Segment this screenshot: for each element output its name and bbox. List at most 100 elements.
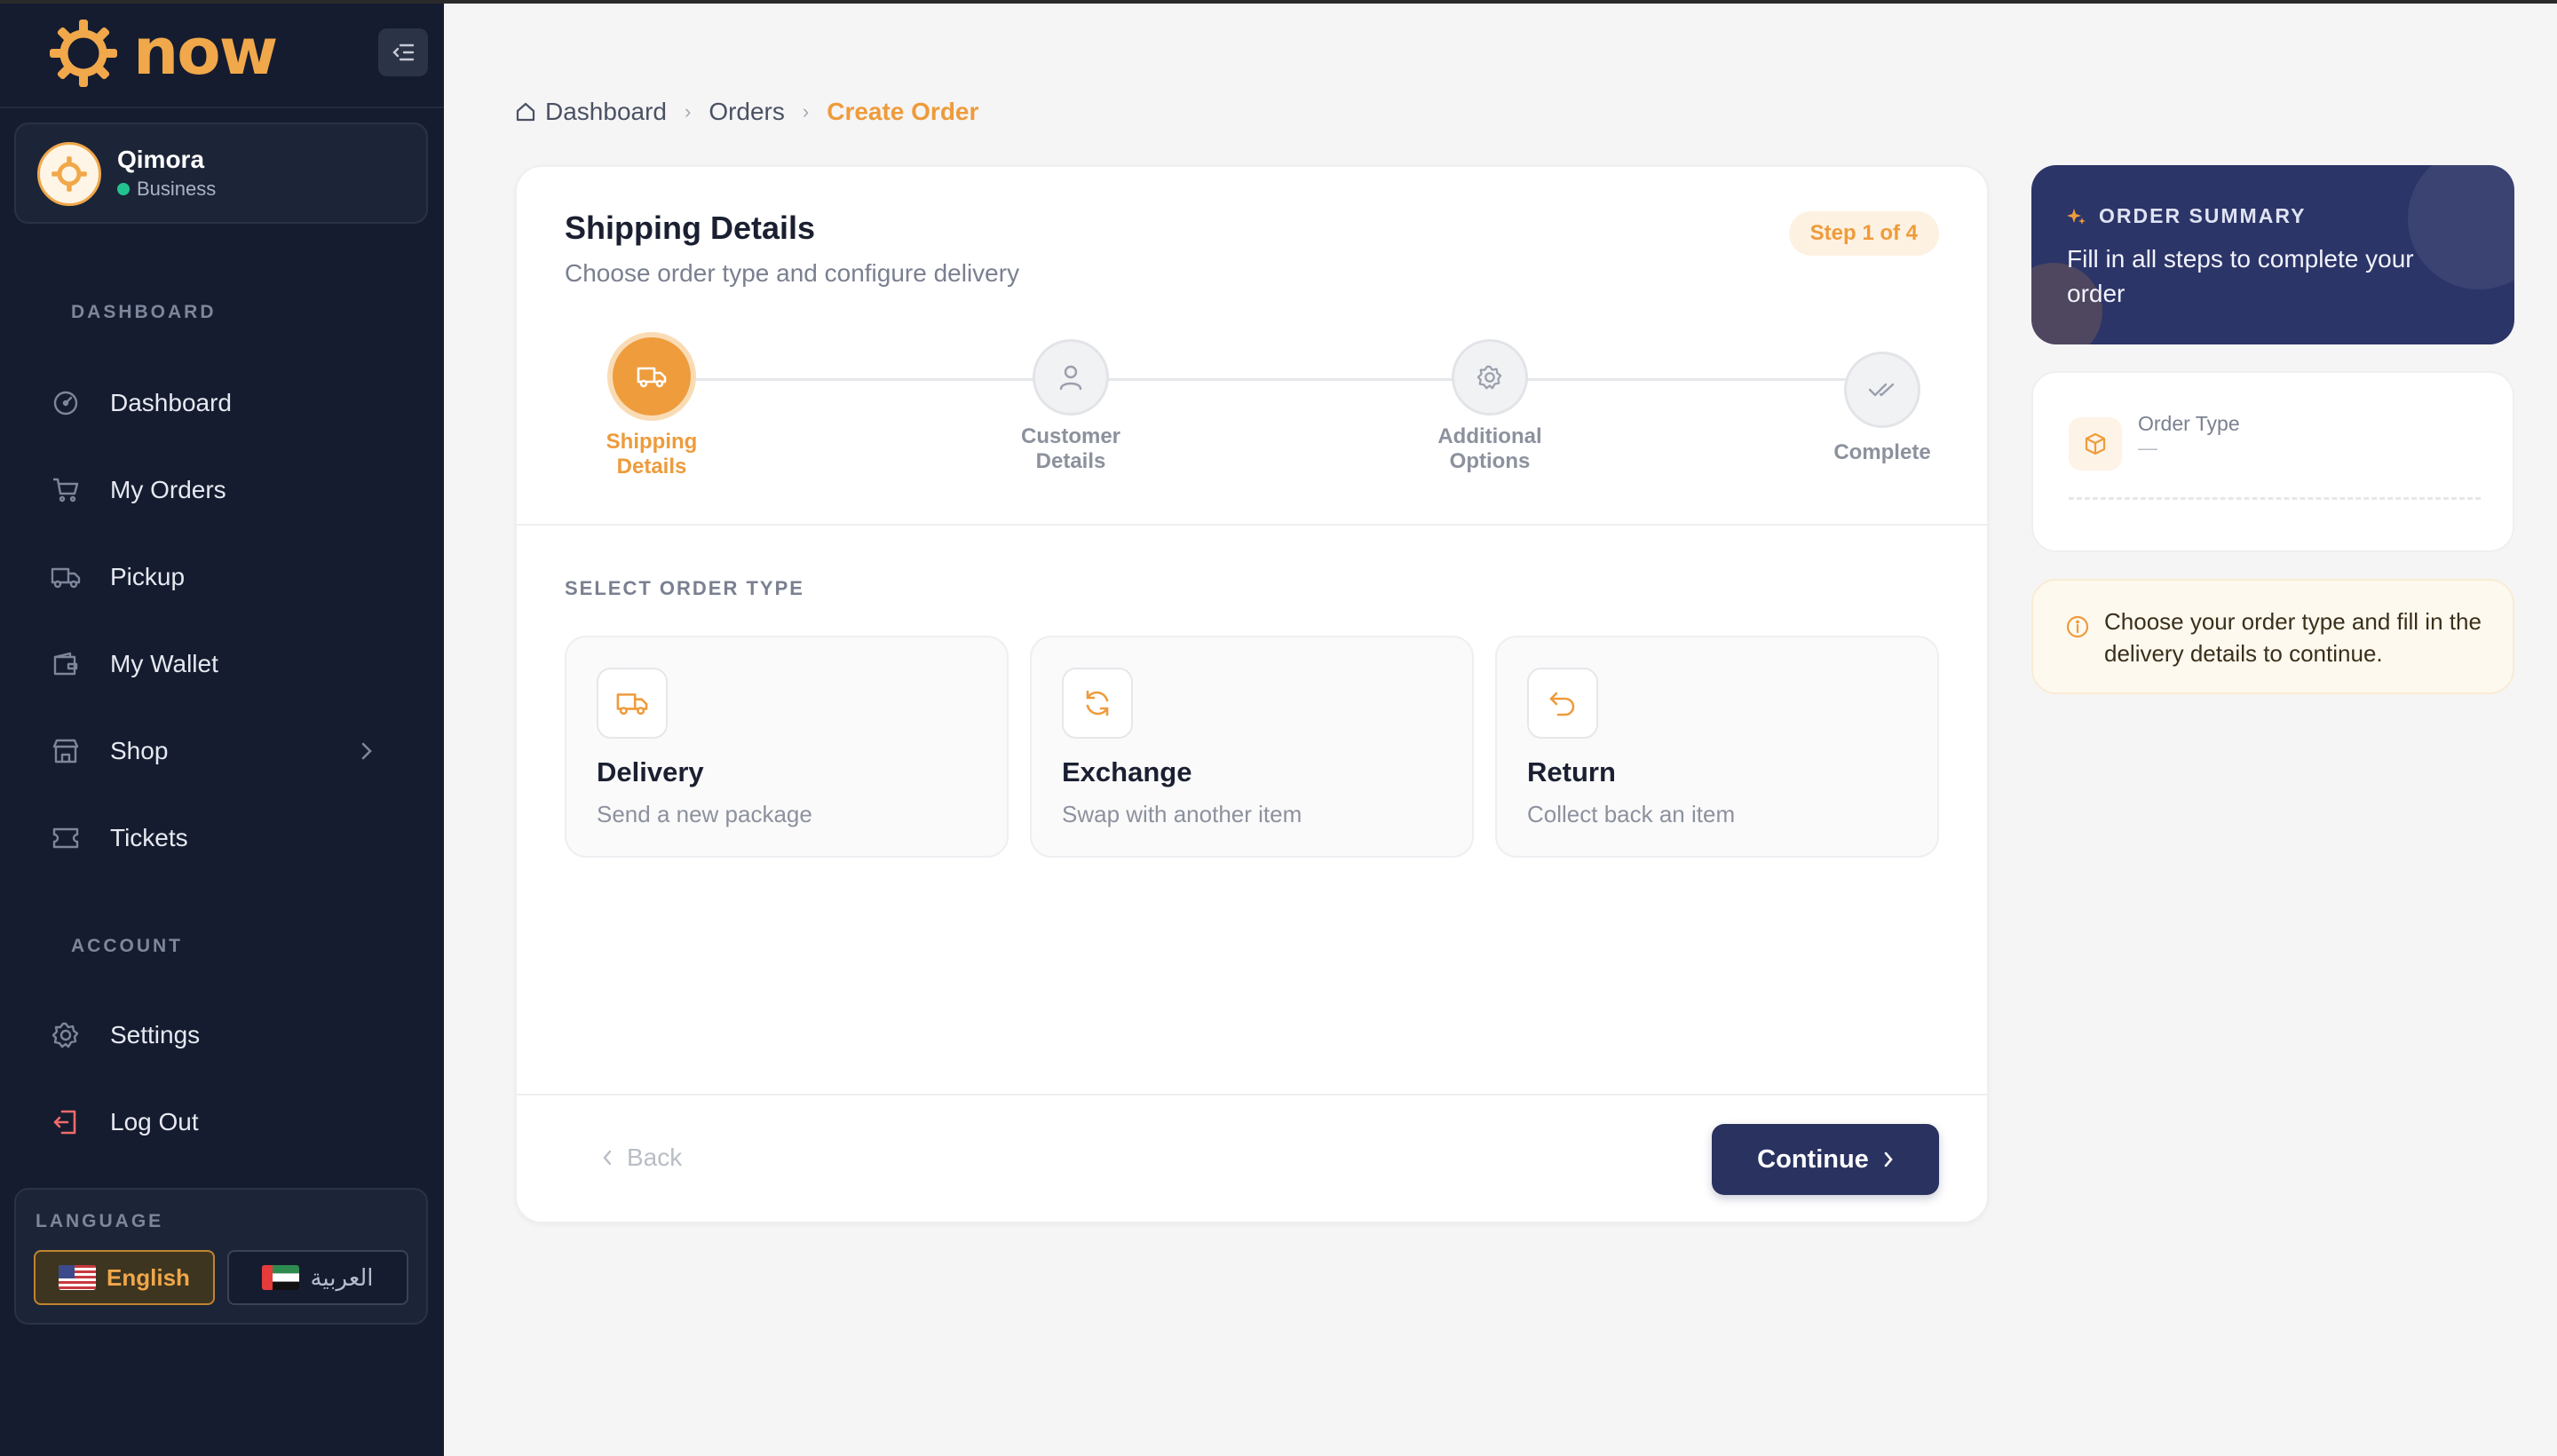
order-type-exchange[interactable]: Exchange Swap with another item xyxy=(1030,636,1474,858)
sun-logo-icon xyxy=(50,20,117,87)
user-profile-card[interactable]: Qimora Business xyxy=(14,123,428,224)
breadcrumb-dashboard-link[interactable]: Dashboard xyxy=(545,98,667,126)
language-arabic-label: العربية xyxy=(310,1263,374,1291)
sidebar-item-label: Settings xyxy=(110,1021,201,1048)
sidebar-item-shop[interactable]: Shop xyxy=(50,724,423,778)
step-label-line1: Additional xyxy=(1437,424,1542,448)
breadcrumb: Dashboard › Orders › Create Order xyxy=(515,98,978,126)
continue-button-label: Continue xyxy=(1757,1144,1869,1174)
breadcrumb-current: Create Order xyxy=(827,98,979,125)
breadcrumb-separator: › xyxy=(802,100,810,123)
step-circle xyxy=(1033,339,1109,415)
back-button-label: Back xyxy=(627,1143,683,1171)
step-complete[interactable]: Complete xyxy=(1793,352,1971,465)
truck-icon xyxy=(50,561,82,593)
sidebar-item-label: Log Out xyxy=(110,1108,199,1136)
sidebar-item-label: Dashboard xyxy=(110,389,232,416)
gear-icon xyxy=(1476,365,1502,390)
user-role-label: Business xyxy=(137,178,217,200)
step-label-line1: Shipping xyxy=(606,430,698,454)
box-icon xyxy=(2069,417,2122,471)
sidebar-item-logout[interactable]: Log Out xyxy=(50,1096,423,1149)
footer-divider xyxy=(517,1094,1987,1096)
status-dot xyxy=(117,183,130,195)
sidebar-item-dashboard[interactable]: Dashboard xyxy=(50,376,423,430)
step-label-line2: Options xyxy=(1449,449,1531,473)
ticket-icon xyxy=(50,822,82,854)
info-icon xyxy=(2066,615,2089,638)
sidebar-item-label: Pickup xyxy=(110,563,186,590)
breadcrumb-orders-link[interactable]: Orders xyxy=(709,98,785,126)
language-arabic-button[interactable]: العربية xyxy=(227,1250,408,1305)
store-icon xyxy=(50,735,82,767)
header-divider xyxy=(517,524,1987,526)
avatar xyxy=(37,142,101,206)
sidebar-item-settings[interactable]: Settings xyxy=(50,1009,423,1062)
order-summary-header: ORDER SUMMARY Fill in all steps to compl… xyxy=(2031,165,2514,344)
language-heading: LANGUAGE xyxy=(36,1211,164,1231)
step-badge: Step 1 of 4 xyxy=(1788,211,1939,256)
user-name: Qimora xyxy=(117,146,205,173)
back-button[interactable]: Back xyxy=(602,1143,682,1172)
create-order-card: Shipping Details Choose order type and c… xyxy=(515,165,1989,1223)
us-flag-icon xyxy=(59,1265,97,1290)
order-type-return[interactable]: Return Collect back an item xyxy=(1495,636,1939,858)
order-type-title: Return xyxy=(1527,756,1616,787)
order-type-delivery[interactable]: Delivery Send a new package xyxy=(565,636,1009,858)
step-additional-options[interactable]: Additional Options xyxy=(1401,339,1579,474)
chevron-right-icon xyxy=(1884,1151,1893,1167)
sparkle-icon xyxy=(2067,208,2086,225)
order-type-summary-label: Order Type xyxy=(2138,412,2240,435)
order-type-summary-value: — xyxy=(2138,437,2157,459)
language-switcher: LANGUAGE English العربية xyxy=(14,1188,428,1325)
step-shipping-details[interactable]: Shipping Details xyxy=(563,332,740,479)
step-label: Shipping Details xyxy=(563,430,740,479)
uae-flag-icon xyxy=(262,1265,300,1290)
continue-button[interactable]: Continue xyxy=(1712,1124,1939,1195)
collapse-menu-icon xyxy=(392,44,415,61)
refresh-icon xyxy=(1062,668,1133,739)
logout-icon xyxy=(50,1106,82,1138)
order-type-description: Send a new package xyxy=(597,801,812,827)
language-english-label: English xyxy=(107,1263,190,1291)
step-circle xyxy=(1452,339,1528,415)
order-type-description: Collect back an item xyxy=(1527,801,1736,827)
undo-icon xyxy=(1527,668,1598,739)
section-account-heading: ACCOUNT xyxy=(71,936,183,956)
sidebar-item-label: Shop xyxy=(110,737,169,764)
truck-icon xyxy=(597,668,668,739)
info-notice-text: Choose your order type and fill in the d… xyxy=(2104,608,2482,667)
step-circle-active xyxy=(607,332,696,421)
order-summary-text: Fill in all steps to complete your order xyxy=(2067,245,2414,307)
truck-icon xyxy=(637,367,667,388)
sidebar-item-label: Tickets xyxy=(110,824,188,851)
step-label-line2: Details xyxy=(616,455,687,479)
sidebar-item-pickup[interactable]: Pickup xyxy=(50,550,423,604)
gauge-icon xyxy=(50,387,82,419)
step-label: Customer Details xyxy=(982,424,1160,474)
avatar-logo-icon xyxy=(51,156,87,192)
sidebar-item-my-orders[interactable]: My Orders xyxy=(50,463,423,517)
step-label-line1: Customer xyxy=(1020,424,1121,448)
sidebar-item-my-wallet[interactable]: My Wallet xyxy=(50,637,423,691)
user-role: Business xyxy=(117,178,216,201)
language-english-button[interactable]: English xyxy=(34,1250,215,1305)
step-label: Complete xyxy=(1793,440,1971,465)
sidebar: now Qimora Business DASHBOARD Dashboard … xyxy=(0,0,444,1456)
step-customer-details[interactable]: Customer Details xyxy=(982,339,1160,474)
sidebar-collapse-button[interactable] xyxy=(378,28,428,76)
order-summary-title-text: ORDER SUMMARY xyxy=(2099,204,2307,227)
step-label-line1: Complete xyxy=(1833,440,1931,464)
brand-name: now xyxy=(133,14,278,89)
sidebar-item-label: My Wallet xyxy=(110,650,218,677)
order-type-description: Swap with another item xyxy=(1062,801,1302,827)
sidebar-item-tickets[interactable]: Tickets xyxy=(50,811,423,865)
home-icon xyxy=(516,102,535,122)
user-icon xyxy=(1059,365,1082,391)
page-subtitle: Choose order type and configure delivery xyxy=(565,259,1020,287)
order-type-title: Exchange xyxy=(1062,756,1192,787)
gear-icon xyxy=(50,1019,82,1051)
chevron-right-icon xyxy=(360,739,373,767)
step-circle xyxy=(1844,352,1920,428)
double-check-icon xyxy=(1868,383,1895,397)
